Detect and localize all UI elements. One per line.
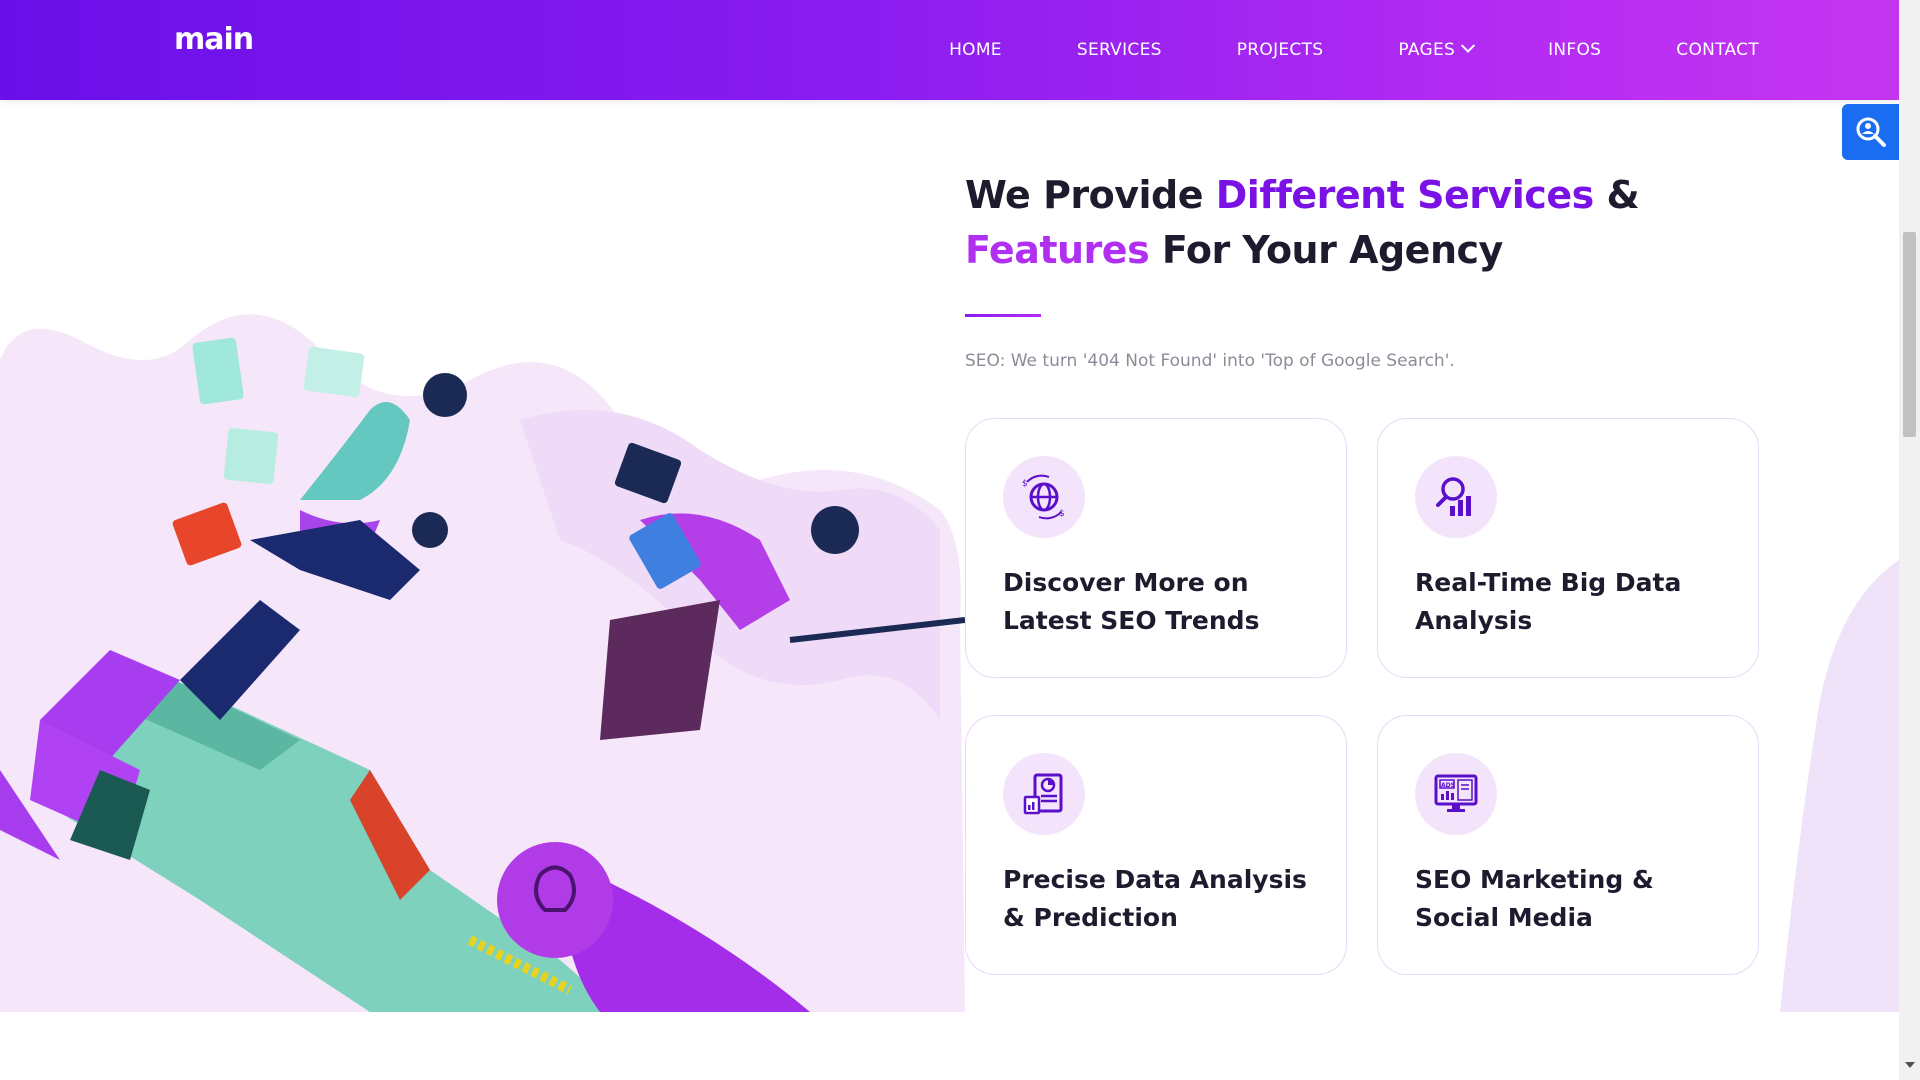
svg-text:ADS: ADS	[1441, 782, 1455, 789]
scroll-down-arrow-icon[interactable]	[1905, 1062, 1915, 1068]
card-icon-wrap: ADS	[1415, 753, 1497, 835]
card-title: Discover More on Latest SEO Trends	[1003, 568, 1260, 635]
rocket-team-illustration	[0, 314, 965, 1012]
ads-monitor-icon: ADS	[1434, 774, 1478, 812]
chevron-down-icon	[1461, 38, 1476, 53]
heading-highlight-services: Different Services	[1215, 173, 1594, 217]
service-card-data-prediction[interactable]: Precise Data Analysis & Prediction	[965, 715, 1347, 975]
card-title: SEO Marketing & Social Media	[1415, 865, 1654, 932]
nav-pages[interactable]: PAGES	[1398, 38, 1476, 60]
main-nav: HOME SERVICES PROJECTS PAGES INFOS CONTA…	[874, 0, 1759, 100]
card-icon-wrap	[1415, 456, 1497, 538]
service-card-seo-trends[interactable]: $ $ Discover More on Latest SEO Trends	[965, 418, 1347, 678]
nav-projects[interactable]: PROJECTS	[1237, 40, 1324, 60]
svg-text:$: $	[1022, 479, 1028, 489]
scrollbar[interactable]	[1899, 0, 1920, 1080]
heading-highlight-features: Features	[965, 228, 1150, 272]
scrollbar-thumb[interactable]	[1903, 232, 1916, 437]
page: main HOME SERVICES PROJECTS PAGES INFOS …	[0, 0, 1920, 1080]
floating-search-button[interactable]	[1842, 104, 1899, 160]
card-title: Real-Time Big Data Analysis	[1415, 568, 1682, 635]
nav-home-label: HOME	[949, 40, 1002, 60]
background-blob	[1780, 560, 1899, 1012]
card-icon-wrap: $ $	[1003, 456, 1085, 538]
logo[interactable]: main	[174, 22, 254, 57]
nav-projects-label: PROJECTS	[1236, 40, 1324, 60]
heading-part1: We Provide	[965, 173, 1216, 217]
nav-contact[interactable]: CONTACT	[1676, 40, 1759, 60]
service-card-seo-marketing[interactable]: ADS SEO Marketing & Social Media	[1377, 715, 1759, 975]
heading-divider	[965, 314, 1041, 317]
nav-infos[interactable]: INFOS	[1548, 40, 1601, 60]
nav-services[interactable]: SERVICES	[1077, 40, 1162, 60]
globe-dollar-icon: $ $	[1022, 474, 1065, 520]
heading-part3: For Your Agency	[1149, 228, 1503, 272]
nav-home[interactable]: HOME	[949, 40, 1002, 60]
heading-part2: &	[1593, 173, 1640, 217]
card-icon-wrap	[1003, 753, 1085, 835]
nav-infos-label: INFOS	[1548, 40, 1602, 60]
report-chart-icon	[1023, 773, 1063, 815]
section-heading: We Provide Different Services & Features…	[965, 168, 1665, 278]
nav-contact-label: CONTACT	[1676, 40, 1759, 60]
section-subtitle: SEO: We turn '404 Not Found' into 'Top o…	[965, 351, 1455, 371]
nav-pages-label: PAGES	[1398, 40, 1456, 60]
nav-services-label: SERVICES	[1076, 40, 1162, 60]
search-person-icon	[1856, 117, 1886, 147]
search-chart-icon	[1436, 477, 1471, 516]
service-card-big-data[interactable]: Real-Time Big Data Analysis	[1377, 418, 1759, 678]
header: main HOME SERVICES PROJECTS PAGES INFOS …	[0, 0, 1899, 100]
card-title: Precise Data Analysis & Prediction	[1003, 865, 1307, 932]
svg-text:$: $	[1059, 509, 1065, 519]
